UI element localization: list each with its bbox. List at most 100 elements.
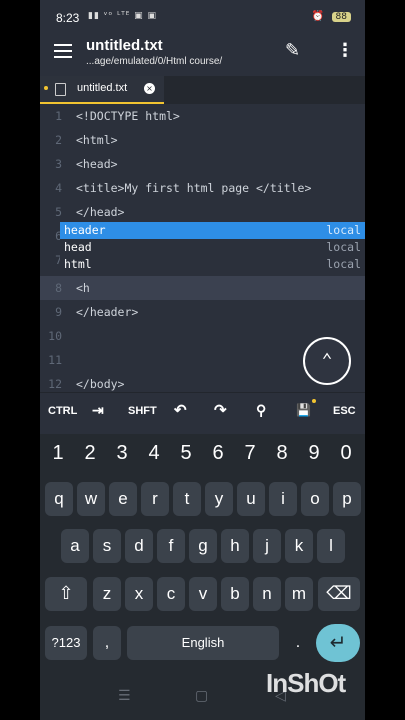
line-code: <title>My first html page </title> xyxy=(76,181,312,195)
autocomplete-label: html xyxy=(64,257,92,271)
autocomplete-item[interactable]: html local xyxy=(60,256,365,273)
backspace-icon[interactable]: ⌫ xyxy=(318,577,360,611)
key-r[interactable]: r xyxy=(141,482,169,516)
alarm-icon: ⏰ xyxy=(311,11,325,22)
menu-icon[interactable] xyxy=(54,44,72,58)
file-icon xyxy=(55,83,66,96)
line-code: <h xyxy=(76,281,90,295)
key-2[interactable]: 2 xyxy=(76,442,104,465)
autocomplete-item[interactable]: head local xyxy=(60,239,365,256)
key-c[interactable]: c xyxy=(157,577,185,611)
key-p[interactable]: p xyxy=(333,482,361,516)
code-line[interactable]: 5 </head> xyxy=(40,200,365,224)
inshot-watermark: InShOt xyxy=(266,668,346,698)
line-number: 9 xyxy=(55,305,62,319)
home-icon[interactable]: ▢ xyxy=(195,688,208,704)
line-number: 6 xyxy=(55,229,62,243)
key-n[interactable]: n xyxy=(253,577,281,611)
key-o[interactable]: o xyxy=(301,482,329,516)
code-line[interactable]: 1 <!DOCTYPE html> xyxy=(40,104,365,128)
key-9[interactable]: 9 xyxy=(300,442,328,465)
status-right: ⏰ 88 xyxy=(312,11,351,22)
line-number: 10 xyxy=(48,329,62,343)
scroll-top-button[interactable]: ⌃ xyxy=(303,337,351,385)
key-l[interactable]: l xyxy=(317,529,345,563)
key-h[interactable]: h xyxy=(221,529,249,563)
autocomplete-label: header xyxy=(64,223,106,237)
autocomplete-item[interactable]: header local xyxy=(60,222,365,239)
code-line[interactable]: 9 </header> xyxy=(40,300,365,324)
key-q[interactable]: q xyxy=(45,482,73,516)
tab-key-icon[interactable]: ⇥ xyxy=(92,402,104,419)
soft-keyboard: 1 2 3 4 5 6 7 8 9 0 q w e r t y u i o p … xyxy=(40,434,365,674)
shift-icon[interactable]: ⇧ xyxy=(45,577,87,611)
line-number: 5 xyxy=(55,205,62,219)
space-bar[interactable]: English xyxy=(127,626,279,660)
autocomplete-label: head xyxy=(64,240,92,254)
unsaved-dot-icon xyxy=(44,86,48,90)
key-g[interactable]: g xyxy=(189,529,217,563)
key-f[interactable]: f xyxy=(157,529,185,563)
key-a[interactable]: a xyxy=(61,529,89,563)
shift-key[interactable]: SHFT xyxy=(128,405,157,417)
autocomplete-popup: header local head local html local xyxy=(60,222,365,273)
line-number: 4 xyxy=(55,181,62,195)
search-icon[interactable]: ⚲ xyxy=(256,402,266,419)
key-8[interactable]: 8 xyxy=(268,442,296,465)
line-number: 12 xyxy=(48,377,62,391)
file-tab-bar: untitled.txt × xyxy=(40,76,365,104)
key-7[interactable]: 7 xyxy=(236,442,264,465)
key-3[interactable]: 3 xyxy=(108,442,136,465)
autocomplete-scope: local xyxy=(326,223,361,237)
status-bar: 8:23 ▮▮ ᵛᵒ ᴸᵀᴱ ▣ ▣ ⏰ 88 xyxy=(40,0,365,36)
key-k[interactable]: k xyxy=(285,529,313,563)
more-options-icon[interactable]: ⋮ xyxy=(336,40,354,61)
tab-label: untitled.txt xyxy=(77,82,128,94)
save-icon[interactable]: 💾 xyxy=(296,403,311,417)
line-number: 11 xyxy=(48,353,62,367)
code-line[interactable]: 3 <head> xyxy=(40,152,365,176)
redo-icon[interactable]: ↷ xyxy=(214,401,227,419)
enter-icon[interactable]: ↵ xyxy=(316,624,360,662)
close-tab-icon[interactable]: × xyxy=(144,83,155,94)
edit-pencil-icon[interactable]: ✎ xyxy=(285,40,300,61)
key-4[interactable]: 4 xyxy=(140,442,168,465)
code-editor[interactable]: 1 <!DOCTYPE html> 2 <html> 3 <head> 4 <t… xyxy=(40,104,365,392)
undo-icon[interactable]: ↶ xyxy=(174,401,187,419)
comma-key[interactable]: , xyxy=(93,626,121,660)
app-bar: untitled.txt ...age/emulated/0/Html cour… xyxy=(40,36,365,76)
key-m[interactable]: m xyxy=(285,577,313,611)
line-code: </head> xyxy=(76,205,125,219)
code-line-active[interactable]: 8 <h xyxy=(40,276,365,300)
key-t[interactable]: t xyxy=(173,482,201,516)
line-code: </body> xyxy=(76,377,125,391)
line-code: <head> xyxy=(76,157,118,171)
key-d[interactable]: d xyxy=(125,529,153,563)
key-i[interactable]: i xyxy=(269,482,297,516)
key-e[interactable]: e xyxy=(109,482,137,516)
recents-icon[interactable]: ☰ xyxy=(118,688,131,704)
key-0[interactable]: 0 xyxy=(332,442,360,465)
key-v[interactable]: v xyxy=(189,577,217,611)
key-u[interactable]: u xyxy=(237,482,265,516)
key-6[interactable]: 6 xyxy=(204,442,232,465)
autocomplete-scope: local xyxy=(326,257,361,271)
key-1[interactable]: 1 xyxy=(44,442,72,465)
esc-key[interactable]: ESC xyxy=(333,405,356,417)
key-b[interactable]: b xyxy=(221,577,249,611)
key-5[interactable]: 5 xyxy=(172,442,200,465)
extra-keys-bar: CTRL ⇥ SHFT ↶ ↷ ⚲ 💾 ESC xyxy=(40,392,365,435)
code-line[interactable]: 4 <title>My first html page </title> xyxy=(40,176,365,200)
period-key[interactable]: . xyxy=(285,626,311,660)
key-s[interactable]: s xyxy=(93,529,121,563)
key-y[interactable]: y xyxy=(205,482,233,516)
key-j[interactable]: j xyxy=(253,529,281,563)
key-x[interactable]: x xyxy=(125,577,153,611)
symbols-key[interactable]: ?123 xyxy=(45,626,87,660)
key-w[interactable]: w xyxy=(77,482,105,516)
code-line[interactable]: 2 <html> xyxy=(40,128,365,152)
file-tab[interactable]: untitled.txt × xyxy=(40,76,164,104)
ctrl-key[interactable]: CTRL xyxy=(48,405,77,417)
key-z[interactable]: z xyxy=(93,577,121,611)
signal-icons: ▮▮ ᵛᵒ ᴸᵀᴱ ▣ ▣ xyxy=(88,11,158,21)
